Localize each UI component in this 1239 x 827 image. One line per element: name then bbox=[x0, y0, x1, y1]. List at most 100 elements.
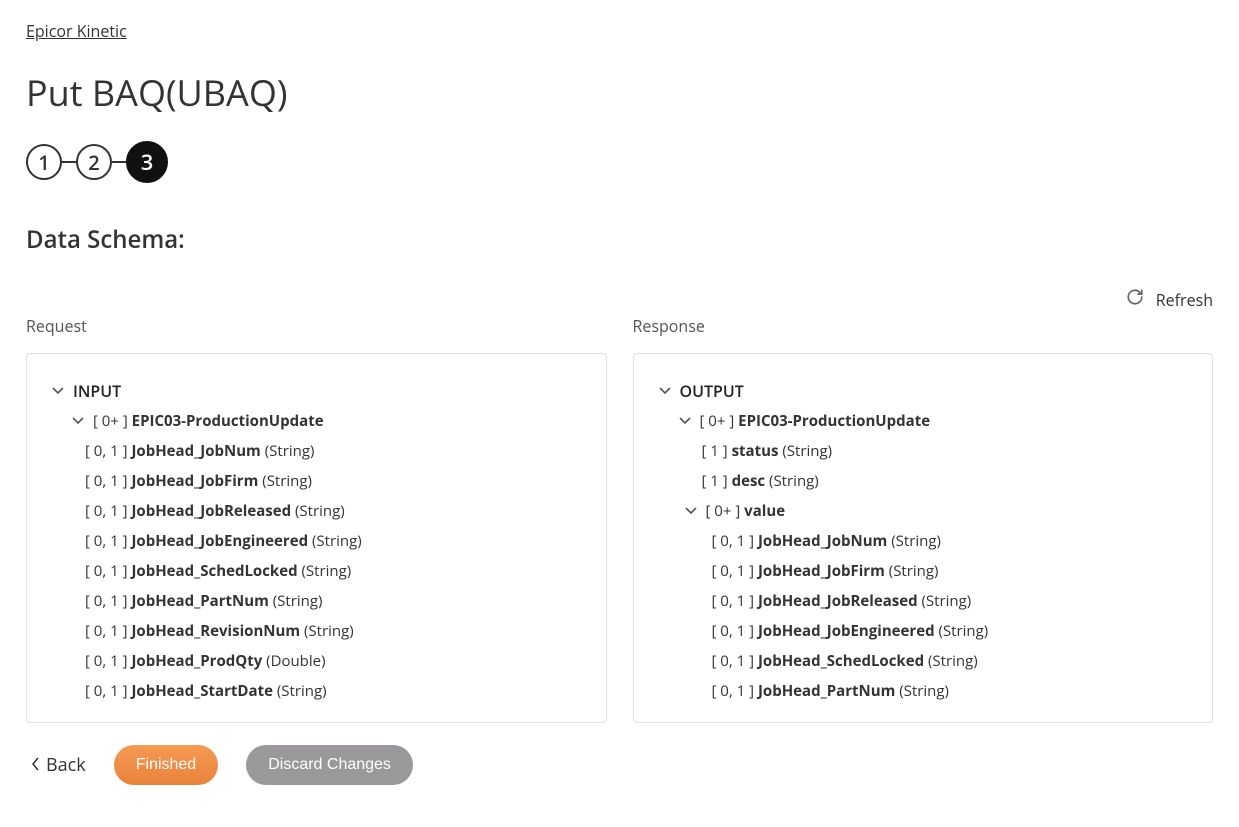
chevron-down-icon bbox=[658, 385, 672, 397]
tree-leaf[interactable]: [ 1 ] desc (String) bbox=[658, 466, 1189, 496]
cardinality: [ 0+ ] bbox=[700, 411, 735, 431]
tree-node-output[interactable]: OUTPUT bbox=[658, 376, 1189, 406]
tree-leaf[interactable]: [ 0, 1 ] JobHead_PartNum (String) bbox=[51, 586, 582, 616]
field-type: (String) bbox=[891, 531, 941, 551]
field-name: JobHead_JobFirm bbox=[758, 561, 885, 581]
field-type: (Double) bbox=[266, 651, 325, 671]
tree-leaf[interactable]: [ 0, 1 ] JobHead_JobNum (String) bbox=[658, 526, 1189, 556]
tree-leaf[interactable]: [ 0, 1 ] JobHead_RevisionNum (String) bbox=[51, 616, 582, 646]
refresh-button[interactable]: Refresh bbox=[1126, 288, 1213, 311]
cardinality: [ 0, 1 ] bbox=[712, 621, 755, 641]
tree-leaf[interactable]: [ 0, 1 ] JobHead_ProdQty (Double) bbox=[51, 646, 582, 676]
field-type: (String) bbox=[889, 561, 939, 581]
tree-leaf[interactable]: [ 0, 1 ] JobHead_JobFirm (String) bbox=[51, 466, 582, 496]
field-type: (String) bbox=[782, 441, 832, 461]
cardinality: [ 0+ ] bbox=[93, 411, 128, 431]
field-name: JobHead_SchedLocked bbox=[758, 651, 924, 671]
field-name: status bbox=[732, 441, 779, 461]
cardinality: [ 0, 1 ] bbox=[712, 531, 755, 551]
field-name: JobHead_RevisionNum bbox=[131, 621, 300, 641]
step-1[interactable]: 1 bbox=[26, 144, 62, 180]
tree-node[interactable]: [ 0+ ] EPIC03-ProductionUpdate bbox=[658, 406, 1189, 436]
chevron-down-icon bbox=[51, 385, 65, 397]
request-column-title: Request bbox=[26, 315, 607, 337]
back-button[interactable]: Back bbox=[32, 753, 86, 777]
response-panel: OUTPUT [ 0+ ] EPIC03-ProductionUpdate bbox=[633, 353, 1214, 723]
tree-root-label: INPUT bbox=[73, 380, 121, 402]
cardinality: [ 1 ] bbox=[702, 441, 728, 461]
tree-root-label: OUTPUT bbox=[680, 380, 744, 402]
field-name: JobHead_JobNum bbox=[758, 531, 887, 551]
field-type: (String) bbox=[921, 591, 971, 611]
chevron-left-icon bbox=[32, 753, 40, 777]
cardinality: [ 0, 1 ] bbox=[85, 591, 128, 611]
field-name: JobHead_StartDate bbox=[131, 681, 273, 700]
cardinality: [ 0+ ] bbox=[706, 501, 741, 521]
cardinality: [ 0, 1 ] bbox=[85, 561, 128, 581]
chevron-down-icon bbox=[678, 415, 692, 427]
tree-node[interactable]: [ 0+ ] value bbox=[658, 496, 1189, 526]
field-name: JobHead_PartNum bbox=[758, 681, 895, 700]
cardinality: [ 0, 1 ] bbox=[85, 681, 128, 700]
tree-leaf[interactable]: [ 0, 1 ] JobHead_JobEngineered (String) bbox=[51, 526, 582, 556]
tree-leaf[interactable]: [ 0, 1 ] JobHead_JobNum (String) bbox=[51, 436, 582, 466]
node-name: EPIC03-ProductionUpdate bbox=[738, 411, 930, 431]
tree-leaf[interactable]: [ 0, 1 ] JobHead_JobFirm (String) bbox=[658, 556, 1189, 586]
refresh-icon bbox=[1126, 288, 1144, 311]
page-title: Put BAQ(UBAQ) bbox=[26, 68, 1213, 117]
field-type: (String) bbox=[899, 681, 949, 700]
field-name: JobHead_JobFirm bbox=[131, 471, 258, 491]
discard-changes-button[interactable]: Discard Changes bbox=[246, 745, 413, 785]
finished-button[interactable]: Finished bbox=[114, 745, 218, 785]
tree-leaf[interactable]: [ 0, 1 ] JobHead_JobEngineered (String) bbox=[658, 616, 1189, 646]
field-type: (String) bbox=[938, 621, 988, 641]
cardinality: [ 0, 1 ] bbox=[85, 651, 128, 671]
response-column-title: Response bbox=[633, 315, 1214, 337]
field-type: (String) bbox=[769, 471, 819, 491]
field-type: (String) bbox=[262, 471, 312, 491]
cardinality: [ 0, 1 ] bbox=[85, 501, 128, 521]
cardinality: [ 0, 1 ] bbox=[85, 531, 128, 551]
breadcrumb[interactable]: Epicor Kinetic bbox=[26, 20, 127, 42]
tree-leaf[interactable]: [ 0, 1 ] JobHead_SchedLocked (String) bbox=[658, 646, 1189, 676]
cardinality: [ 0, 1 ] bbox=[85, 441, 128, 461]
tree-leaf[interactable]: [ 0, 1 ] JobHead_SchedLocked (String) bbox=[51, 556, 582, 586]
node-name: EPIC03-ProductionUpdate bbox=[132, 411, 324, 431]
field-type: (String) bbox=[304, 621, 354, 641]
step-connector bbox=[112, 161, 126, 163]
cardinality: [ 0, 1 ] bbox=[85, 471, 128, 491]
field-type: (String) bbox=[295, 501, 345, 521]
tree-node[interactable]: [ 0+ ] EPIC03-ProductionUpdate bbox=[51, 406, 582, 436]
request-panel: INPUT [ 0+ ] EPIC03-ProductionUpdate bbox=[26, 353, 607, 723]
refresh-label: Refresh bbox=[1156, 289, 1213, 311]
tree-leaf[interactable]: [ 0, 1 ] JobHead_PartNum (String) bbox=[658, 676, 1189, 700]
field-name: JobHead_PartNum bbox=[131, 591, 268, 611]
step-3[interactable]: 3 bbox=[126, 141, 168, 183]
tree-leaf[interactable]: [ 0, 1 ] JobHead_JobReleased (String) bbox=[658, 586, 1189, 616]
field-name: JobHead_SchedLocked bbox=[131, 561, 297, 581]
field-type: (String) bbox=[273, 591, 323, 611]
cardinality: [ 0, 1 ] bbox=[712, 651, 755, 671]
field-name: JobHead_ProdQty bbox=[131, 651, 262, 671]
field-name: JobHead_JobReleased bbox=[758, 591, 918, 611]
cardinality: [ 0, 1 ] bbox=[712, 681, 755, 700]
chevron-down-icon bbox=[71, 415, 85, 427]
cardinality: [ 1 ] bbox=[702, 471, 728, 491]
field-name: JobHead_JobReleased bbox=[131, 501, 291, 521]
tree-leaf[interactable]: [ 0, 1 ] JobHead_StartDate (String) bbox=[51, 676, 582, 700]
field-type: (String) bbox=[928, 651, 978, 671]
cardinality: [ 0, 1 ] bbox=[85, 621, 128, 641]
field-type: (String) bbox=[277, 681, 327, 700]
tree-leaf[interactable]: [ 0, 1 ] JobHead_JobReleased (String) bbox=[51, 496, 582, 526]
field-type: (String) bbox=[265, 441, 315, 461]
chevron-down-icon bbox=[684, 505, 698, 517]
back-label: Back bbox=[46, 753, 86, 777]
tree-leaf[interactable]: [ 1 ] status (String) bbox=[658, 436, 1189, 466]
field-type: (String) bbox=[312, 531, 362, 551]
section-title: Data Schema: bbox=[26, 223, 1213, 256]
step-2[interactable]: 2 bbox=[76, 144, 112, 180]
cardinality: [ 0, 1 ] bbox=[712, 561, 755, 581]
tree-node-input[interactable]: INPUT bbox=[51, 376, 582, 406]
stepper: 1 2 3 bbox=[26, 141, 1213, 183]
field-type: (String) bbox=[301, 561, 351, 581]
